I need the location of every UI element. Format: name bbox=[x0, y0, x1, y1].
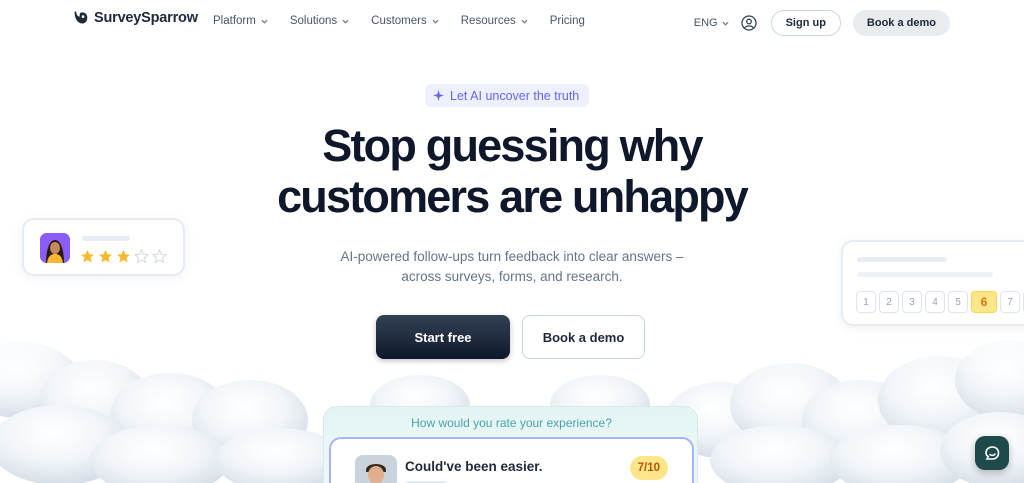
survey-preview-card: How would you rate your experience? Coul… bbox=[323, 406, 698, 483]
menu-platform[interactable]: Platform bbox=[213, 15, 268, 27]
hero-headline: Stop guessing why customers are unhappy bbox=[0, 120, 1024, 222]
sparkle-icon bbox=[433, 90, 444, 101]
scale-option: 7 bbox=[1000, 291, 1020, 313]
ai-badge: Let AI uncover the truth bbox=[425, 84, 590, 107]
nav-actions: ENG Sign up Book a demo bbox=[694, 10, 950, 36]
book-demo-button[interactable]: Book a demo bbox=[522, 315, 645, 359]
placeholder-line bbox=[857, 257, 947, 262]
headline-line-2: customers are unhappy bbox=[277, 171, 749, 222]
menu-label: Resources bbox=[460, 15, 516, 27]
star-rating bbox=[80, 249, 167, 264]
menu-label: Pricing bbox=[549, 15, 585, 27]
menu-label: Platform bbox=[213, 15, 256, 27]
scale-option: 2 bbox=[879, 291, 899, 313]
book-demo-nav-button[interactable]: Book a demo bbox=[852, 10, 950, 36]
menu-label: Customers bbox=[371, 15, 427, 27]
main-menu: Platform Solutions Customers Resources P… bbox=[213, 15, 585, 27]
placeholder-line bbox=[82, 236, 130, 241]
start-free-button[interactable]: Start free bbox=[376, 315, 510, 359]
survey-question: How would you rate your experience? bbox=[411, 416, 612, 430]
response-quote: Could've been easier. bbox=[405, 459, 543, 474]
chevron-down-icon bbox=[261, 19, 268, 24]
menu-label: Solutions bbox=[289, 15, 338, 27]
scale-option: 5 bbox=[948, 291, 968, 313]
brand-logo[interactable]: SurveySparrow bbox=[72, 9, 198, 26]
chevron-down-icon bbox=[722, 21, 729, 26]
survey-response: Could've been easier. 7/10 bbox=[329, 437, 694, 483]
avatar bbox=[355, 455, 397, 483]
scale-option: 4 bbox=[925, 291, 945, 313]
top-navigation: SurveySparrow Platform Solutions Custome… bbox=[0, 0, 1024, 44]
chevron-down-icon bbox=[432, 19, 439, 24]
star-icon bbox=[152, 249, 167, 264]
badge-text: Let AI uncover the truth bbox=[450, 88, 580, 103]
star-icon bbox=[99, 250, 112, 263]
menu-customers[interactable]: Customers bbox=[371, 15, 439, 27]
rating-scale: 12345678 bbox=[856, 291, 1024, 313]
language-label: ENG bbox=[693, 17, 718, 29]
menu-resources[interactable]: Resources bbox=[461, 15, 528, 27]
brand-name: SurveySparrow bbox=[94, 9, 198, 26]
menu-pricing[interactable]: Pricing bbox=[550, 15, 585, 27]
scale-option: 6 bbox=[971, 291, 997, 313]
rating-card bbox=[22, 218, 185, 276]
scale-option: 1 bbox=[856, 291, 876, 313]
chevron-down-icon bbox=[521, 19, 528, 24]
score-badge: 7/10 bbox=[629, 456, 668, 480]
logo-icon bbox=[74, 11, 88, 24]
signup-button[interactable]: Sign up bbox=[770, 10, 841, 36]
star-icon bbox=[117, 250, 130, 263]
avatar bbox=[40, 233, 70, 263]
star-icon bbox=[81, 250, 94, 263]
headline-line-1: Stop guessing why bbox=[322, 120, 703, 171]
user-icon[interactable] bbox=[740, 15, 757, 31]
chat-icon bbox=[985, 446, 1000, 460]
menu-solutions[interactable]: Solutions bbox=[290, 15, 349, 27]
chevron-down-icon bbox=[342, 19, 349, 24]
scale-card: 12345678 bbox=[841, 240, 1024, 326]
star-icon bbox=[134, 249, 149, 264]
language-selector[interactable]: ENG bbox=[694, 17, 729, 29]
scale-option: 3 bbox=[902, 291, 922, 313]
placeholder-line bbox=[857, 272, 993, 277]
chat-widget-button[interactable] bbox=[975, 436, 1009, 470]
